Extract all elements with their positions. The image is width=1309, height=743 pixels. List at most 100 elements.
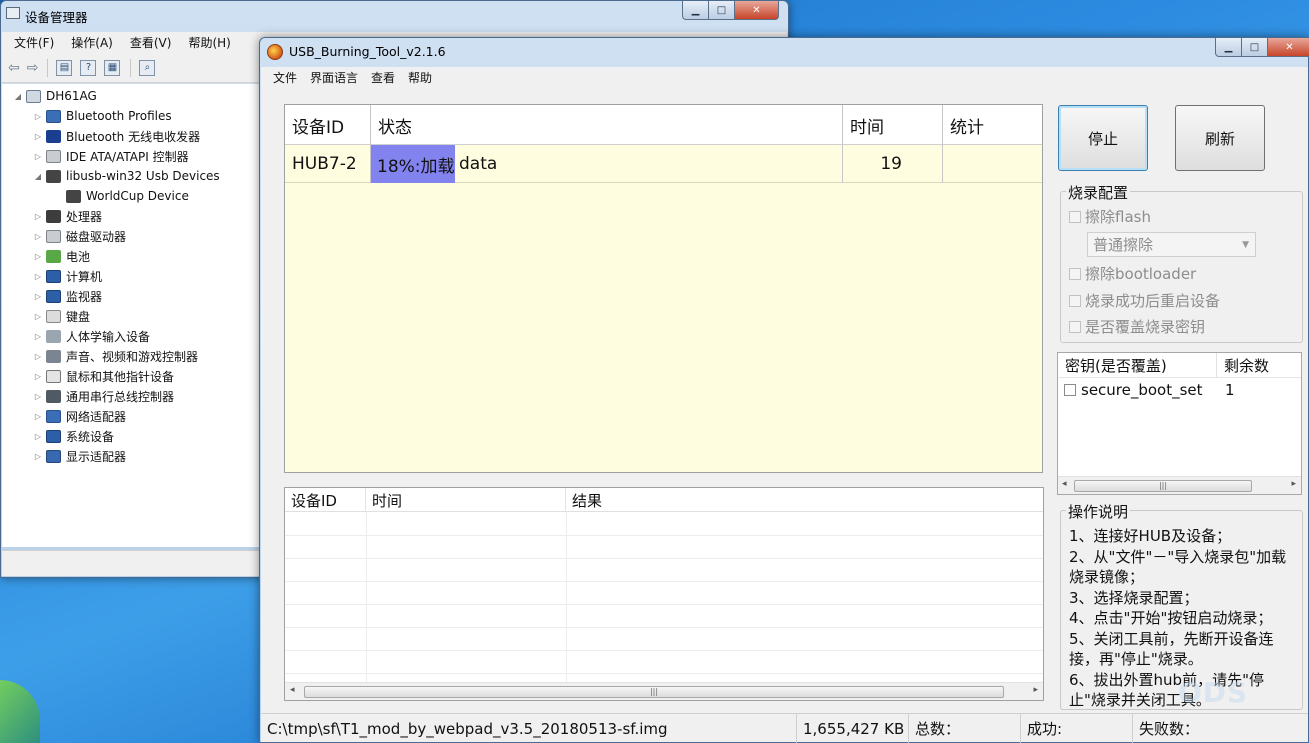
- header-device-id[interactable]: 设备ID: [285, 488, 366, 512]
- scroll-right-icon[interactable]: ▸: [1291, 479, 1296, 489]
- tree-item[interactable]: ▷ 声音、视频和游戏控制器: [32, 346, 198, 366]
- reboot-after-checkbox[interactable]: [1069, 294, 1081, 307]
- overwrite-key-option[interactable]: 是否覆盖烧录密钥: [1069, 316, 1205, 337]
- erase-mode-select[interactable]: 普通擦除 ▼: [1087, 232, 1256, 257]
- collapsed-arrow-icon[interactable]: ▷: [32, 452, 44, 461]
- erase-mode-value: 普通擦除: [1093, 236, 1154, 254]
- sound-icon: [46, 349, 61, 363]
- minimize-button[interactable]: ▁: [1215, 38, 1242, 57]
- collapsed-arrow-icon[interactable]: ▷: [32, 292, 44, 301]
- menu-file[interactable]: 文件(F): [14, 34, 54, 51]
- menu-help[interactable]: 帮助: [408, 69, 432, 86]
- scan-hardware-icon[interactable]: ⌕: [139, 59, 156, 76]
- minimize-button[interactable]: ▁: [682, 1, 709, 20]
- menu-help[interactable]: 帮助(H): [188, 34, 230, 51]
- header-key[interactable]: 密钥(是否覆盖): [1058, 353, 1217, 378]
- tree-item[interactable]: ▷ 电池: [32, 246, 90, 266]
- collapsed-arrow-icon[interactable]: ▷: [32, 212, 44, 221]
- collapsed-arrow-icon[interactable]: ▷: [32, 332, 44, 341]
- usb-tool-titlebar[interactable]: USB_Burning_Tool_v2.1.6 ▁ □ ✕: [260, 38, 1309, 68]
- erase-flash-option[interactable]: 擦除flash: [1069, 206, 1151, 227]
- tree-item[interactable]: ▷ 鼠标和其他指针设备: [32, 366, 174, 386]
- tree-item[interactable]: ◢ DH61AG: [12, 86, 97, 106]
- help-icon[interactable]: ?: [80, 59, 97, 76]
- erase-flash-checkbox[interactable]: [1069, 210, 1081, 223]
- usb-tool-window-controls: ▁ □ ✕: [1215, 38, 1309, 57]
- collapsed-arrow-icon[interactable]: ▷: [32, 272, 44, 281]
- tree-item[interactable]: ▷ 计算机: [32, 266, 102, 286]
- menu-view[interactable]: 查看(V): [130, 34, 172, 51]
- forward-arrow-icon[interactable]: ⇨: [27, 60, 39, 76]
- tree-item[interactable]: ▷ 网络适配器: [32, 406, 126, 426]
- display-adapter-icon: [46, 449, 61, 463]
- collapsed-arrow-icon[interactable]: ▷: [32, 312, 44, 321]
- collapsed-arrow-icon[interactable]: ▷: [32, 232, 44, 241]
- back-arrow-icon[interactable]: ⇦: [8, 60, 20, 76]
- device-manager-titlebar[interactable]: 设备管理器 ▁ □ ✕: [1, 1, 788, 31]
- tree-item[interactable]: ▷ Bluetooth 无线电收发器: [32, 126, 200, 146]
- menu-action[interactable]: 操作(A): [71, 34, 113, 51]
- scroll-left-icon[interactable]: ◂: [290, 685, 295, 695]
- collapsed-arrow-icon[interactable]: ▷: [32, 252, 44, 261]
- collapsed-arrow-icon[interactable]: ▷: [32, 132, 44, 141]
- tree-item[interactable]: ▷ 显示适配器: [32, 446, 126, 466]
- tree-item[interactable]: ▷ IDE ATA/ATAPI 控制器: [32, 146, 189, 166]
- tree-item[interactable]: WorldCup Device: [52, 186, 189, 206]
- network-icon: [46, 109, 61, 123]
- menu-view[interactable]: 查看: [371, 69, 395, 86]
- tree-item[interactable]: ▷ 通用串行总线控制器: [32, 386, 174, 406]
- menu-file[interactable]: 文件: [273, 69, 297, 86]
- scroll-left-icon[interactable]: ◂: [1062, 479, 1067, 489]
- collapsed-arrow-icon[interactable]: ▷: [32, 412, 44, 421]
- header-result[interactable]: 结果: [566, 488, 1043, 512]
- collapsed-arrow-icon[interactable]: ▷: [32, 432, 44, 441]
- tree-item[interactable]: ◢ libusb-win32 Usb Devices: [32, 166, 220, 186]
- tree-item[interactable]: ▷ 人体学输入设备: [32, 326, 150, 346]
- collapsed-arrow-icon[interactable]: ▷: [32, 112, 44, 121]
- header-status[interactable]: 状态: [371, 105, 843, 145]
- header-remaining[interactable]: 剩余数: [1217, 353, 1301, 378]
- refresh-button[interactable]: 刷新: [1175, 105, 1265, 171]
- maximize-button[interactable]: □: [1242, 38, 1268, 57]
- reboot-after-option[interactable]: 烧录成功后重启设备: [1069, 290, 1220, 311]
- close-button[interactable]: ✕: [1268, 38, 1309, 57]
- tree-item[interactable]: ▷ 处理器: [32, 206, 102, 226]
- tree-item[interactable]: ▷ Bluetooth Profiles: [32, 106, 172, 126]
- table-row[interactable]: HUB7-2 18%:加载 data 19: [285, 145, 1042, 183]
- tree-item[interactable]: ▷ 磁盘驱动器: [32, 226, 126, 246]
- result-horizontal-scrollbar[interactable]: ◂ ||| ▸: [285, 682, 1043, 700]
- show-hide-icon[interactable]: ▦: [104, 59, 121, 76]
- erase-bootloader-option[interactable]: 擦除bootloader: [1069, 263, 1196, 284]
- key-list-horizontal-scrollbar[interactable]: ◂ ||| ▸: [1058, 476, 1301, 494]
- tree-item[interactable]: ▷ 键盘: [32, 306, 90, 326]
- header-stats[interactable]: 统计: [943, 105, 1042, 145]
- device-manager-icon: [6, 7, 20, 19]
- overwrite-key-checkbox[interactable]: [1069, 320, 1081, 333]
- list-item[interactable]: secure_boot_set 1: [1058, 379, 1301, 403]
- time-cell: 19: [843, 145, 943, 183]
- scrollbar-thumb[interactable]: |||: [1074, 480, 1252, 492]
- collapsed-arrow-icon[interactable]: ▷: [32, 372, 44, 381]
- instruction-line: 2、从"文件"－"导入烧录包"加载烧录镜像；: [1069, 547, 1287, 587]
- expanded-arrow-icon[interactable]: ◢: [12, 92, 24, 101]
- close-button[interactable]: ✕: [735, 1, 779, 20]
- collapsed-arrow-icon[interactable]: ▷: [32, 352, 44, 361]
- scrollbar-thumb[interactable]: |||: [304, 686, 1004, 698]
- collapsed-arrow-icon[interactable]: ▷: [32, 392, 44, 401]
- menu-language[interactable]: 界面语言: [310, 69, 358, 86]
- erase-bootloader-checkbox[interactable]: [1069, 267, 1081, 280]
- scroll-right-icon[interactable]: ▸: [1033, 685, 1038, 695]
- key-checkbox[interactable]: [1064, 384, 1076, 396]
- header-time[interactable]: 时间: [366, 488, 566, 512]
- maximize-button[interactable]: □: [709, 1, 735, 20]
- header-device-id[interactable]: 设备ID: [285, 105, 371, 145]
- collapsed-arrow-icon[interactable]: ▷: [32, 152, 44, 161]
- properties-icon[interactable]: ▤: [56, 59, 73, 76]
- instruction-line: 3、选择烧录配置；: [1069, 588, 1199, 607]
- tree-item[interactable]: ▷ 系统设备: [32, 426, 114, 446]
- success-count: 成功:: [1021, 714, 1133, 743]
- header-time[interactable]: 时间: [843, 105, 943, 145]
- expanded-arrow-icon[interactable]: ◢: [32, 172, 44, 181]
- tree-item[interactable]: ▷ 监视器: [32, 286, 102, 306]
- stop-button[interactable]: 停止: [1058, 105, 1148, 171]
